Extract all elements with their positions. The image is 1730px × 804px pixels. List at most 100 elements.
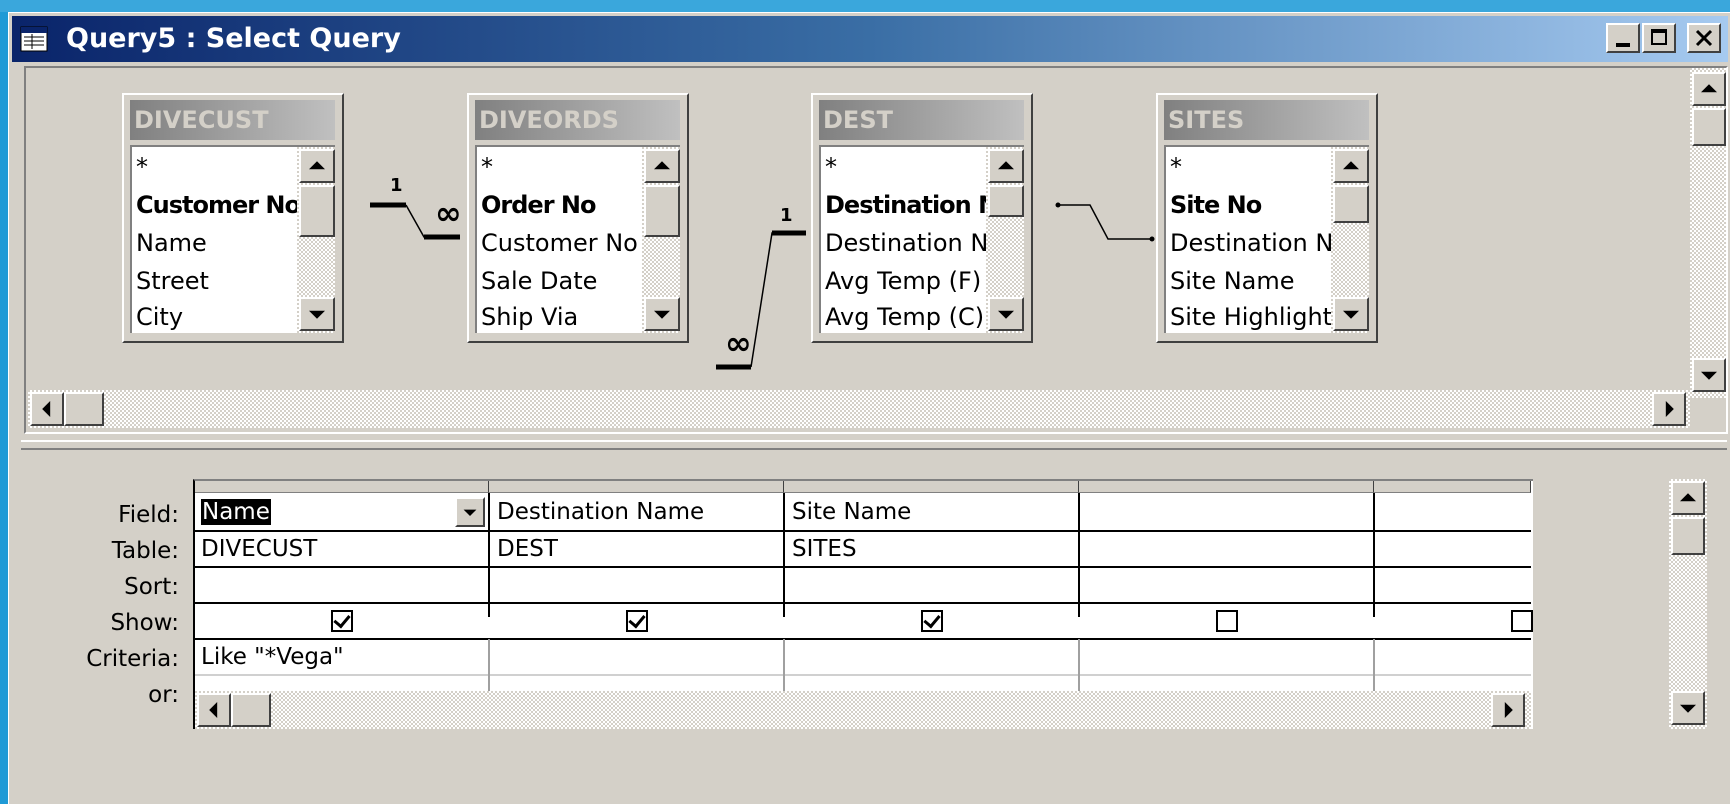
field-item-primary-key[interactable]: Site No — [1170, 187, 1262, 223]
table-cell[interactable]: SITES — [786, 532, 1078, 568]
column-selector[interactable] — [1079, 481, 1374, 493]
column-selector[interactable] — [195, 481, 489, 493]
show-checkbox[interactable] — [1216, 610, 1238, 632]
field-list-divecust[interactable]: DIVECUST * Customer No Name Street City — [122, 93, 344, 343]
field-item[interactable]: Sale Date — [481, 263, 597, 299]
scroll-right-button[interactable] — [1652, 392, 1686, 426]
scroll-right-button[interactable] — [1491, 693, 1525, 727]
sort-cell[interactable] — [491, 568, 783, 604]
field-item[interactable]: * — [481, 149, 493, 185]
scroll-down-button[interactable] — [299, 297, 335, 331]
field-dropdown-button[interactable] — [455, 497, 485, 527]
sort-cell[interactable] — [786, 568, 1078, 604]
design-grid[interactable]: Name Destination Name Site Name DIVECUST… — [193, 479, 1533, 729]
sort-cell[interactable] — [1376, 568, 1526, 604]
scroll-up-button[interactable] — [1333, 149, 1369, 183]
field-list-title[interactable]: DEST — [819, 100, 1024, 140]
field-item[interactable]: City — [136, 299, 183, 333]
scroll-down-button[interactable] — [1333, 297, 1369, 331]
scroll-up-button[interactable] — [1692, 72, 1726, 106]
scroll-up-button[interactable] — [299, 149, 335, 183]
arrow-down-icon — [998, 310, 1014, 319]
field-list-title[interactable]: SITES — [1164, 100, 1369, 140]
field-item[interactable]: Site Name — [1170, 263, 1295, 299]
field-item[interactable]: * — [1170, 149, 1182, 185]
field-item[interactable]: Customer No — [481, 225, 638, 261]
grid-vertical-scrollbar[interactable] — [1669, 479, 1707, 729]
field-cell[interactable]: Destination Name — [491, 495, 783, 531]
scroll-down-button[interactable] — [1671, 691, 1705, 725]
field-list: * Order No Customer No Sale Date Ship Vi… — [475, 145, 680, 333]
field-item-primary-key[interactable]: Order No — [481, 187, 596, 223]
title-bar[interactable]: Query5 : Select Query — [12, 16, 1728, 62]
field-list-scrollbar[interactable] — [297, 147, 335, 333]
table-cell[interactable]: DEST — [491, 532, 783, 568]
scroll-thumb[interactable] — [644, 185, 680, 237]
scroll-thumb[interactable] — [988, 185, 1024, 217]
field-item-primary-key[interactable]: Destination No — [825, 187, 1014, 223]
scroll-up-button[interactable] — [988, 149, 1024, 183]
scroll-up-button[interactable] — [1671, 481, 1705, 515]
sort-cell[interactable] — [1081, 568, 1373, 604]
scroll-down-button[interactable] — [988, 297, 1024, 331]
scroll-down-button[interactable] — [1692, 358, 1726, 392]
show-checkbox[interactable] — [626, 610, 648, 632]
scroll-left-button[interactable] — [197, 693, 231, 727]
field-item[interactable]: * — [825, 149, 837, 185]
criteria-cell[interactable] — [1081, 640, 1373, 676]
field-item[interactable]: Street — [136, 263, 209, 299]
table-pane-vertical-scrollbar[interactable] — [1690, 68, 1726, 398]
scroll-thumb[interactable] — [299, 185, 335, 237]
criteria-cell[interactable] — [786, 640, 1078, 676]
field-item[interactable]: Avg Temp (C) — [825, 299, 984, 333]
window-title: Query5 : Select Query — [66, 23, 401, 54]
field-cell[interactable]: Site Name — [786, 495, 1078, 531]
arrow-up-icon — [1701, 84, 1717, 93]
field-cell[interactable]: Name — [195, 495, 455, 531]
sort-cell[interactable] — [195, 568, 489, 604]
table-cell[interactable] — [1376, 532, 1526, 568]
close-button[interactable] — [1687, 23, 1721, 53]
scroll-down-button[interactable] — [644, 297, 680, 331]
field-item[interactable]: Name — [136, 225, 207, 261]
column-selector[interactable] — [1374, 481, 1531, 493]
field-item[interactable]: Destination No — [1170, 225, 1348, 261]
scroll-thumb[interactable] — [231, 693, 271, 727]
show-checkbox[interactable] — [331, 610, 353, 632]
table-cell[interactable] — [1081, 532, 1373, 568]
scroll-thumb[interactable] — [64, 392, 104, 426]
maximize-button[interactable] — [1642, 23, 1676, 53]
minimize-button[interactable] — [1606, 23, 1640, 53]
criteria-cell[interactable]: Like "*Vega" — [195, 640, 489, 676]
scroll-left-button[interactable] — [30, 392, 64, 426]
table-cell[interactable]: DIVECUST — [195, 532, 489, 568]
field-item[interactable]: Site Highlight — [1170, 299, 1332, 333]
table-pane-horizontal-scrollbar[interactable] — [28, 390, 1690, 428]
scroll-up-button[interactable] — [644, 149, 680, 183]
pane-splitter[interactable] — [21, 440, 1727, 450]
field-cell[interactable] — [1081, 495, 1373, 531]
criteria-cell[interactable] — [1376, 640, 1526, 676]
field-list-scrollbar[interactable] — [986, 147, 1024, 333]
scroll-thumb[interactable] — [1692, 108, 1726, 146]
field-list-title[interactable]: DIVEORDS — [475, 100, 680, 140]
field-item[interactable]: Avg Temp (F) — [825, 263, 981, 299]
grid-horizontal-scrollbar[interactable] — [195, 691, 1531, 729]
show-checkbox[interactable] — [921, 610, 943, 632]
field-list-scrollbar[interactable] — [1331, 147, 1369, 333]
column-selector[interactable] — [784, 481, 1079, 493]
show-checkbox[interactable] — [1511, 610, 1533, 632]
field-item-primary-key[interactable]: Customer No — [136, 187, 301, 223]
field-list-dest[interactable]: DEST * Destination No Destination Name A… — [811, 93, 1033, 343]
field-list-sites[interactable]: SITES * Site No Destination No Site Name… — [1156, 93, 1378, 343]
field-item[interactable]: * — [136, 149, 148, 185]
column-selector[interactable] — [489, 481, 784, 493]
scroll-thumb[interactable] — [1333, 185, 1369, 223]
field-list-scrollbar[interactable] — [642, 147, 680, 333]
field-list-diveords[interactable]: DIVEORDS * Order No Customer No Sale Dat… — [467, 93, 689, 343]
field-cell[interactable] — [1376, 495, 1526, 531]
scroll-thumb[interactable] — [1671, 517, 1705, 555]
field-item[interactable]: Ship Via — [481, 299, 578, 333]
criteria-cell[interactable] — [491, 640, 783, 676]
field-list-title[interactable]: DIVECUST — [130, 100, 335, 140]
